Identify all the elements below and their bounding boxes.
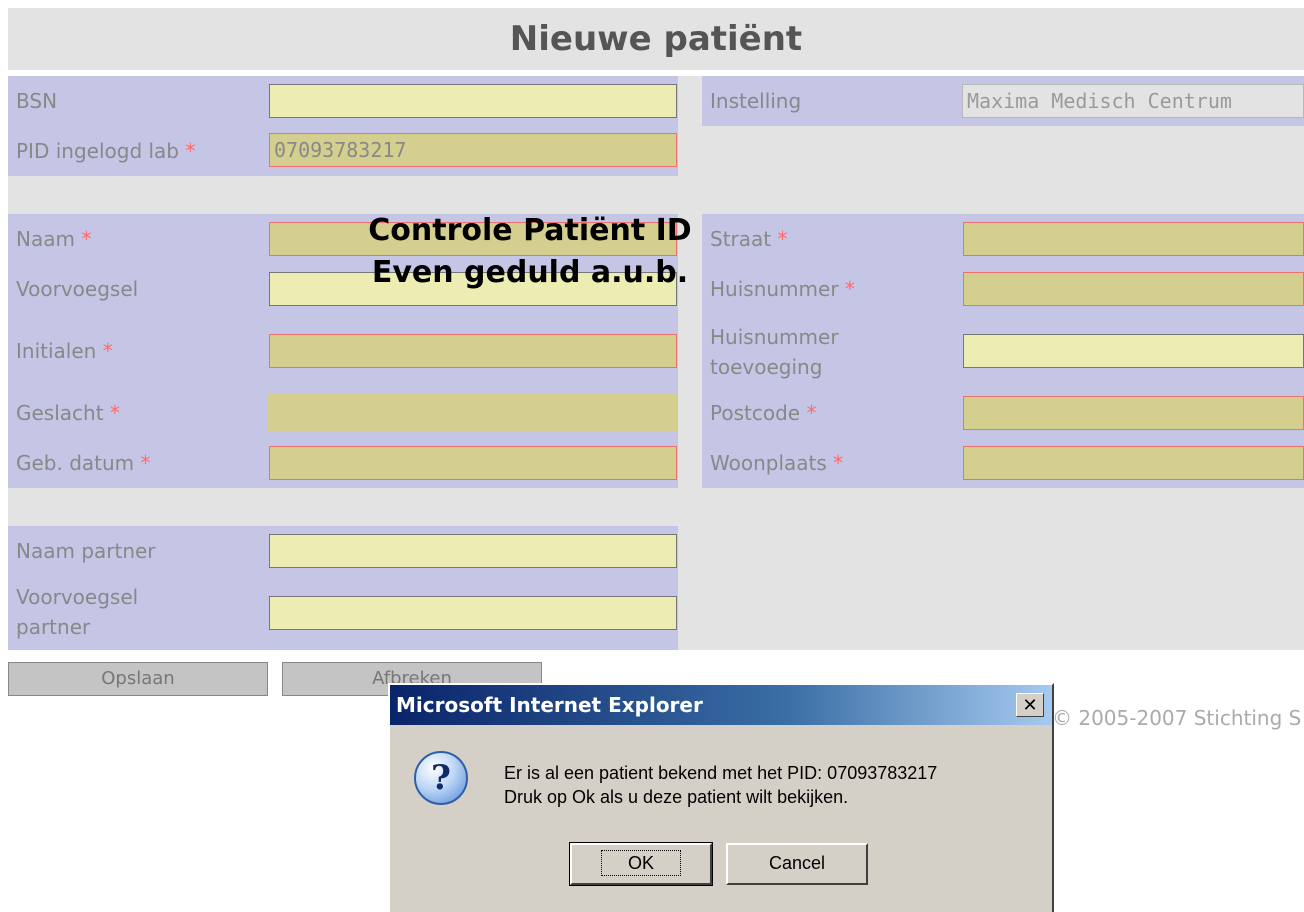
row-naam-partner: Naam partner	[8, 526, 1304, 576]
dialog-message-line2: Druk op Ok als u deze patient wilt bekij…	[504, 787, 849, 807]
label-toevoeging-line1: Huisnummer	[710, 325, 839, 349]
label-postcode: Postcode *	[702, 388, 956, 438]
required-marker: *	[81, 227, 92, 251]
geslacht-cell	[262, 388, 678, 438]
separator	[8, 176, 1304, 214]
label-voorvoegsel-partner-line2: partner	[16, 615, 91, 639]
label-naam: Naam *	[8, 214, 262, 264]
postcode-cell	[956, 388, 1304, 438]
row-initialen: Initialen * Huisnummer toevoeging	[8, 314, 1304, 388]
column-gap	[678, 388, 702, 438]
initialen-input[interactable]	[269, 334, 677, 368]
empty-area	[678, 526, 1304, 576]
huisnummer-cell	[956, 264, 1304, 314]
overlay-line1: Controle Patiënt ID	[368, 213, 692, 248]
geslacht-select[interactable]	[268, 394, 678, 432]
row-voorvoegsel-partner: Voorvoegsel partner	[8, 576, 1304, 650]
label-bsn: BSN	[8, 76, 262, 126]
bsn-input[interactable]	[269, 84, 677, 118]
woonplaats-input[interactable]	[963, 446, 1304, 480]
geb-datum-input[interactable]	[269, 446, 677, 480]
dialog-title: Microsoft Internet Explorer	[396, 693, 703, 717]
label-geslacht: Geslacht *	[8, 388, 262, 438]
label-toevoeging-line2: toevoeging	[710, 355, 823, 379]
cancel-button[interactable]: Cancel	[726, 843, 868, 885]
instelling-field: Maxima Medisch Centrum	[962, 84, 1304, 118]
woonplaats-cell	[956, 438, 1304, 488]
label-voorvoegsel-partner-line1: Voorvoegsel	[16, 585, 139, 609]
empty-area	[678, 126, 1304, 176]
label-instelling: Instelling	[702, 76, 956, 126]
naam-partner-input[interactable]	[269, 534, 677, 568]
column-gap	[678, 314, 702, 388]
pid-cell: 07093783217	[262, 126, 678, 176]
close-icon[interactable]: ✕	[1016, 693, 1044, 717]
label-voorvoegsel-partner: Voorvoegsel partner	[8, 576, 262, 650]
naam-partner-cell	[262, 526, 678, 576]
copyright-text: © 2005-2007 Stichting S	[1052, 706, 1302, 730]
instelling-cell: Maxima Medisch Centrum	[956, 76, 1304, 126]
postcode-input[interactable]	[963, 396, 1304, 430]
label-naam-partner: Naam partner	[8, 526, 262, 576]
bsn-cell	[262, 76, 678, 126]
dialog-message: Er is al een patient bekend met het PID:…	[504, 761, 937, 809]
dialog-message-line1: Er is al een patient bekend met het PID:…	[504, 763, 938, 783]
voorvoegsel-partner-cell	[262, 576, 678, 650]
toevoeging-input[interactable]	[963, 334, 1304, 368]
row-geslacht: Geslacht * Postcode *	[8, 388, 1304, 438]
voorvoegsel-partner-input[interactable]	[269, 596, 677, 630]
label-voorvoegsel: Voorvoegsel	[8, 264, 262, 314]
huisnummer-input[interactable]	[963, 272, 1304, 306]
toevoeging-cell	[956, 314, 1304, 388]
column-gap	[678, 438, 702, 488]
ok-button[interactable]: OK	[569, 842, 713, 886]
required-marker: *	[806, 401, 817, 425]
required-marker: *	[185, 139, 196, 163]
column-gap	[678, 76, 702, 126]
save-button[interactable]: Opslaan	[8, 662, 268, 696]
ok-button-label: OK	[600, 850, 681, 876]
initialen-cell	[262, 314, 678, 388]
straat-cell	[956, 214, 1304, 264]
separator	[8, 488, 1304, 526]
geb-datum-cell	[262, 438, 678, 488]
required-marker: *	[109, 401, 120, 425]
row-geb-datum: Geb. datum * Woonplaats *	[8, 438, 1304, 488]
row-bsn: BSN Instelling Maxima Medisch Centrum	[8, 76, 1304, 126]
required-marker: *	[777, 227, 788, 251]
label-toevoeging: Huisnummer toevoeging	[702, 314, 956, 388]
page-title: Nieuwe patiënt	[8, 8, 1304, 70]
required-marker: *	[833, 451, 844, 475]
required-marker: *	[140, 451, 151, 475]
straat-input[interactable]	[963, 222, 1304, 256]
label-woonplaats: Woonplaats *	[702, 438, 956, 488]
empty-area	[678, 576, 1304, 650]
required-marker: *	[844, 277, 855, 301]
required-marker: *	[102, 339, 113, 363]
confirm-dialog: Microsoft Internet Explorer ✕ ? Er is al…	[388, 683, 1054, 912]
question-icon: ?	[414, 751, 468, 805]
label-pid: PID ingelogd lab *	[8, 126, 262, 176]
loading-overlay: Controle Patiënt ID Even geduld a.u.b.	[300, 210, 760, 294]
row-pid: PID ingelogd lab * 07093783217	[8, 126, 1304, 176]
dialog-title-bar[interactable]: Microsoft Internet Explorer ✕	[390, 685, 1052, 725]
label-initialen: Initialen *	[8, 314, 262, 388]
pid-input[interactable]: 07093783217	[269, 133, 677, 167]
label-geb-datum: Geb. datum *	[8, 438, 262, 488]
overlay-line2: Even geduld a.u.b.	[371, 255, 689, 290]
